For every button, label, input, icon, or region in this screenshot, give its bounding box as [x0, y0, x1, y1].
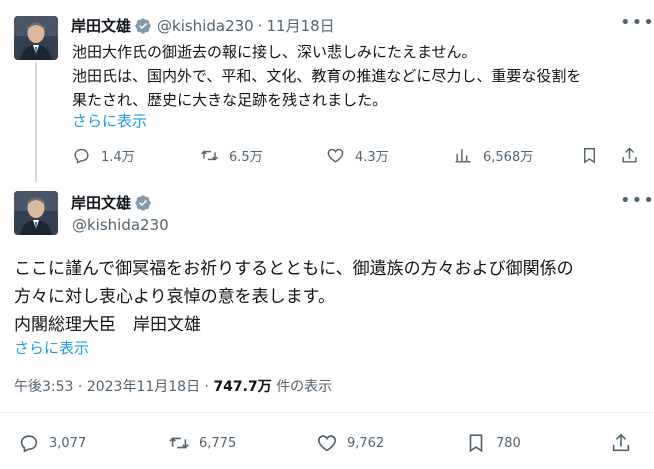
avatar[interactable] — [14, 191, 58, 235]
reply-icon — [74, 148, 89, 164]
tweet-line: 池田氏は、国内外で、平和、文化、教育の推進などに尽力し、重要な役割を — [72, 67, 582, 85]
thread-line — [35, 62, 37, 182]
reply-button[interactable]: 1.4万 — [72, 146, 135, 165]
display-name[interactable]: 岸田文雄 — [71, 192, 131, 213]
more-icon[interactable]: ••• — [620, 190, 654, 211]
views-icon — [455, 149, 471, 163]
like-icon — [317, 435, 337, 452]
bookmark-icon — [584, 148, 595, 164]
show-more-link[interactable]: さらに表示 — [72, 110, 147, 131]
reply-count: 1.4万 — [101, 150, 135, 165]
share-button[interactable] — [610, 432, 641, 454]
separator: · — [257, 16, 263, 35]
bookmark-icon — [469, 434, 483, 453]
retweet-icon — [201, 150, 218, 161]
show-more-link[interactable]: さらに表示 — [14, 337, 89, 358]
user-handle[interactable]: @kishida230 — [157, 17, 254, 35]
tweet-line: 果たされ、歴史に大きな足跡を残されました。 — [72, 91, 388, 109]
tweet-date[interactable]: 2023年11月18日 — [87, 379, 200, 395]
view-count: 747.7万 — [213, 379, 272, 395]
retweet-count: 6.5万 — [229, 150, 263, 165]
like-button[interactable]: 9,762 — [316, 432, 384, 454]
tweet-line: 方々に対し衷心より哀悼の意を表します。 — [14, 287, 335, 307]
bookmark-count: 780 — [496, 435, 521, 451]
share-icon — [612, 433, 630, 452]
tweet-line: ここに謹んで御冥福をお祈りするとともに、御遺族の方々および御関係の — [14, 259, 574, 279]
display-name[interactable]: 岸田文雄 — [71, 15, 131, 36]
share-button[interactable] — [620, 146, 649, 165]
like-count: 9,762 — [347, 435, 385, 451]
avatar[interactable] — [14, 16, 58, 60]
separator: · — [77, 379, 87, 395]
user-handle[interactable]: @kishida230 — [72, 216, 169, 234]
tweet-line: 池田大作氏の御逝去の報に接し、深い悲しみにたえません。 — [72, 43, 477, 61]
retweet-button[interactable]: 6.5万 — [200, 146, 263, 165]
divider — [0, 412, 654, 413]
like-icon — [327, 148, 344, 163]
reply-button[interactable]: 3,077 — [18, 432, 86, 454]
bookmark-button[interactable] — [580, 146, 609, 165]
tweet-date[interactable]: 11月18日 — [266, 15, 334, 36]
bookmark-button[interactable]: 780 — [465, 432, 521, 454]
tweet2-text: ここに謹んで御冥福をお祈りするとともに、御遺族の方々および御関係の 方々に対し衷… — [14, 255, 644, 339]
tweet-meta: 午後3:53 · 2023年11月18日 · 747.7万 件の表示 — [14, 376, 332, 396]
tweet-line: 内閣総理大臣 岸田文雄 — [14, 315, 201, 335]
like-button[interactable]: 4.3万 — [326, 146, 389, 165]
tweet1-header: 岸田文雄 @kishida230 · 11月18日 — [71, 15, 335, 36]
views-button[interactable]: 6,568万 — [454, 146, 533, 165]
like-count: 4.3万 — [355, 150, 389, 165]
reply-icon — [20, 435, 38, 453]
tweet1-text: 池田大作氏の御逝去の報に接し、深い悲しみにたえません。 池田氏は、国内外で、平和… — [72, 40, 642, 112]
tweet-time[interactable]: 午後3:53 — [14, 379, 73, 395]
views-count: 6,568万 — [483, 150, 534, 165]
retweet-icon — [169, 437, 189, 449]
view-label: 件の表示 — [276, 379, 333, 395]
more-icon[interactable]: ••• — [620, 12, 654, 33]
verified-badge-icon — [134, 17, 152, 35]
tweet2-name-row: 岸田文雄 — [71, 192, 152, 213]
share-icon — [622, 147, 637, 163]
retweet-count: 6,775 — [199, 435, 237, 451]
retweet-button[interactable]: 6,775 — [168, 432, 236, 454]
reply-count: 3,077 — [49, 435, 87, 451]
verified-badge-icon — [134, 194, 152, 212]
